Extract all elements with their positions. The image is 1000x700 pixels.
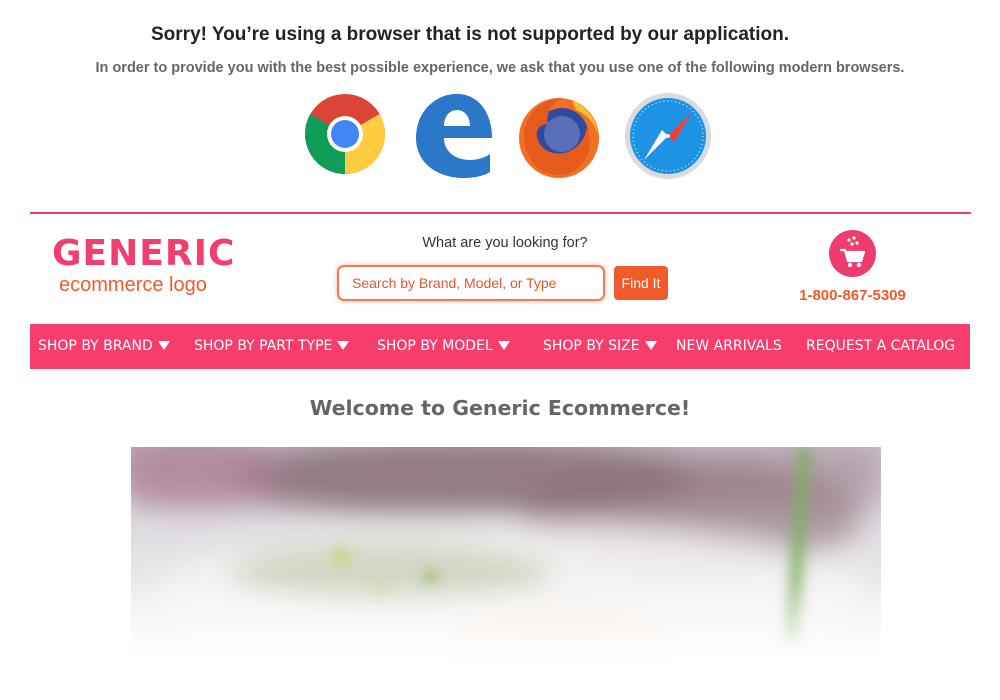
search-label: What are you looking for?	[422, 235, 588, 251]
welcome-heading: Welcome to Generic Ecommerce!	[309, 396, 691, 420]
nav-label: REQUEST A CATALOG	[806, 338, 956, 354]
site-logo[interactable]: GENERIC ecommerce logo	[52, 233, 236, 304]
caret-down-icon	[497, 340, 510, 350]
chrome-link[interactable]	[304, 93, 386, 175]
nav-shop-by-brand[interactable]: SHOP BY BRAND	[38, 324, 170, 369]
nav-request-a-catalog[interactable]: REQUEST A CATALOG	[806, 324, 955, 369]
nav-label: NEW ARRIVALS	[676, 338, 782, 354]
phone-number[interactable]: 1-800-867-5309	[780, 287, 925, 304]
cart-button[interactable]	[829, 230, 876, 277]
logo-wordmark: GENERIC	[52, 233, 236, 274]
edge-link[interactable]	[410, 90, 494, 178]
nav-label: SHOP BY PART TYPE	[194, 338, 333, 354]
firefox-icon	[519, 98, 599, 178]
nav-label: SHOP BY MODEL	[377, 338, 493, 354]
unsupported-browser-message: In order to provide you with the best po…	[95, 60, 905, 76]
nav-label: SHOP BY SIZE	[543, 338, 640, 354]
header-divider	[30, 212, 971, 214]
find-it-button[interactable]: Find It	[614, 266, 668, 300]
caret-down-icon	[644, 340, 657, 350]
nav-label: SHOP BY BRAND	[38, 338, 153, 354]
safari-icon	[625, 93, 711, 179]
cart-icon	[839, 236, 866, 268]
edge-icon	[416, 93, 492, 178]
nav-shop-by-part-type[interactable]: SHOP BY PART TYPE	[194, 324, 350, 369]
search-input[interactable]	[337, 265, 605, 301]
safari-link[interactable]	[624, 92, 712, 180]
nav-shop-by-model[interactable]: SHOP BY MODEL	[377, 324, 510, 369]
caret-down-icon	[157, 340, 170, 350]
chrome-icon	[305, 94, 385, 174]
firefox-link[interactable]	[516, 94, 602, 180]
hero-image	[131, 447, 881, 667]
nav-new-arrivals[interactable]: NEW ARRIVALS	[676, 324, 782, 369]
logo-tagline: ecommerce logo	[59, 274, 207, 296]
hero-fade-overlay	[131, 577, 881, 667]
main-navigation: SHOP BY BRAND SHOP BY PART TYPE SHOP BY …	[30, 324, 970, 369]
nav-shop-by-size[interactable]: SHOP BY SIZE	[543, 324, 657, 369]
unsupported-browser-title: Sorry! You’re using a browser that is no…	[151, 24, 789, 45]
caret-down-icon	[337, 340, 350, 350]
browser-list	[300, 88, 720, 184]
